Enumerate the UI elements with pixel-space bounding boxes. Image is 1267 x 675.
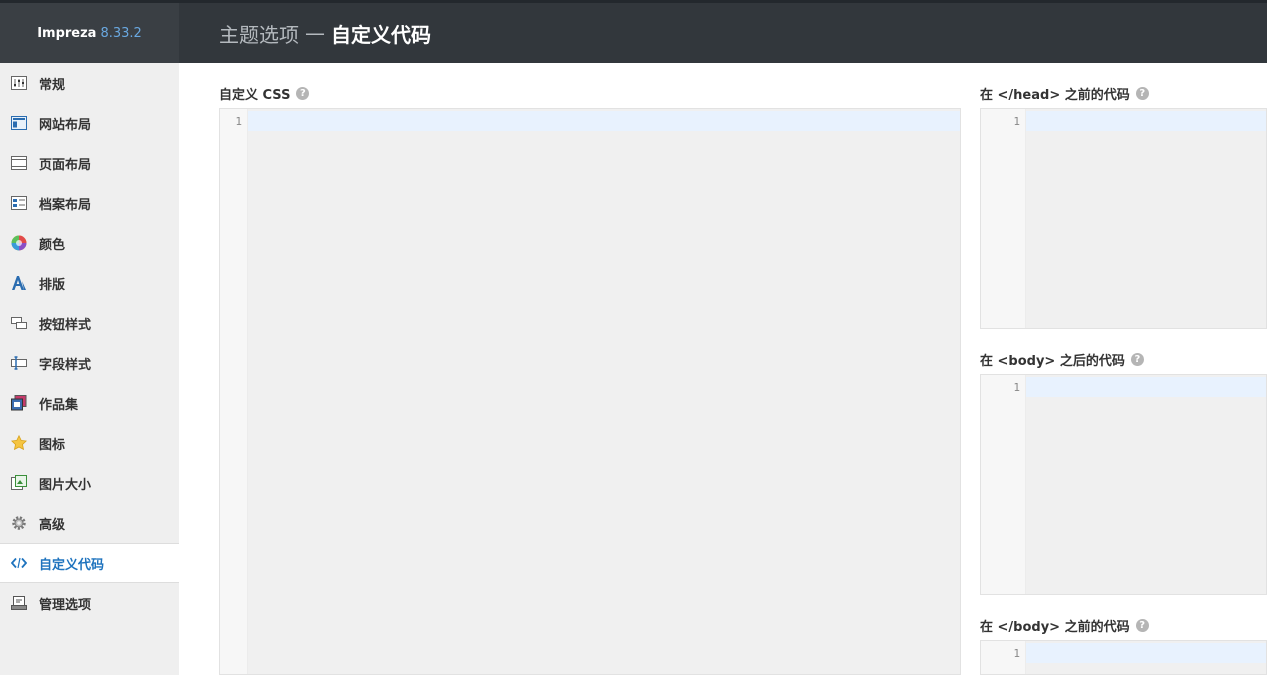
sidebar-item-icons[interactable]: 图标 — [0, 423, 179, 463]
line-gutter: 1 — [220, 109, 248, 674]
line-number: 1 — [1013, 115, 1020, 128]
line-gutter: 1 — [981, 641, 1026, 674]
sidebar-item-label: 网站布局 — [39, 117, 92, 133]
sidebar-item-label: 自定义代码 — [39, 557, 105, 573]
custom-css-editor[interactable]: 1 — [219, 108, 961, 675]
active-line — [1026, 111, 1266, 131]
star-icon — [10, 434, 28, 452]
sidebar-item-label: 字段样式 — [39, 357, 92, 373]
code-icon — [10, 554, 28, 572]
before-body-label-text: 在 </body> 之前的代码 — [980, 620, 1130, 635]
header-section: 主题选项 — [219, 22, 299, 47]
sidebar-item-advanced[interactable]: 高级 — [0, 503, 179, 543]
typography-icon — [10, 274, 28, 292]
help-icon[interactable]: ? — [1135, 87, 1149, 100]
sidebar-item-portfolio[interactable]: 作品集 — [0, 383, 179, 423]
after-body-editor[interactable]: 1 — [980, 374, 1267, 595]
sidebar-item-label: 排版 — [39, 277, 66, 293]
sidebar-item-typography[interactable]: 排版 — [0, 263, 179, 303]
sidebar-item-label: 管理选项 — [39, 597, 92, 613]
before-body-editor[interactable]: 1 — [980, 640, 1267, 675]
active-line — [1026, 377, 1266, 397]
custom-css-label: 自定义 CSS ? — [219, 84, 310, 103]
general-icon — [10, 74, 28, 92]
sidebar-item-label: 高级 — [39, 517, 66, 533]
sidebar-item-page-layout[interactable]: 页面布局 — [0, 143, 179, 183]
custom-css-label-text: 自定义 CSS — [219, 88, 291, 103]
site-layout-icon — [10, 114, 28, 132]
image-size-icon — [10, 474, 28, 492]
after-body-label: 在 <body> 之后的代码 ? — [980, 350, 1144, 369]
line-gutter: 1 — [981, 109, 1026, 328]
color-icon — [10, 234, 28, 252]
sidebar-item-button-style[interactable]: 按钮样式 — [0, 303, 179, 343]
before-head-label-text: 在 </head> 之前的代码 — [980, 88, 1130, 103]
help-icon[interactable]: ? — [296, 87, 310, 100]
sidebar-item-label: 页面布局 — [39, 157, 92, 173]
sidebar-nav: 常规 网站布局 页面布局 档案布局 颜色 排版 按钮样式 字段样式 作品集 图标… — [0, 63, 179, 623]
before-head-editor[interactable]: 1 — [980, 108, 1267, 329]
brand: Impreza 8.33.2 — [0, 0, 179, 63]
line-number: 1 — [235, 115, 242, 128]
page-title: 自定义代码 — [331, 22, 431, 47]
active-line — [248, 111, 960, 131]
active-line — [1026, 643, 1266, 663]
before-body-label: 在 </body> 之前的代码 ? — [980, 616, 1149, 635]
header-separator: — — [305, 21, 325, 45]
line-number: 1 — [1013, 381, 1020, 394]
sidebar-item-label: 图片大小 — [39, 477, 92, 493]
sidebar-item-color[interactable]: 颜色 — [0, 223, 179, 263]
sidebar-item-custom-code[interactable]: 自定义代码 — [0, 543, 179, 583]
sidebar-item-general[interactable]: 常规 — [0, 63, 179, 103]
sidebar-item-label: 档案布局 — [39, 197, 92, 213]
portfolio-icon — [10, 394, 28, 412]
sidebar-item-image-size[interactable]: 图片大小 — [0, 463, 179, 503]
brand-name: Impreza — [37, 25, 97, 41]
sidebar-item-label: 作品集 — [39, 397, 79, 413]
line-number: 1 — [1013, 647, 1020, 660]
sidebar-item-field-style[interactable]: 字段样式 — [0, 343, 179, 383]
sidebar-item-label: 图标 — [39, 437, 66, 453]
archive-layout-icon — [10, 194, 28, 212]
before-head-label: 在 </head> 之前的代码 ? — [980, 84, 1149, 103]
help-icon[interactable]: ? — [1135, 619, 1149, 632]
sidebar-item-label: 按钮样式 — [39, 317, 92, 333]
sidebar-item-manage-options[interactable]: 管理选项 — [0, 583, 179, 623]
page-header: 主题选项 — 自定义代码 — [179, 0, 1267, 63]
manage-options-icon — [10, 594, 28, 612]
sidebar-item-archive-layout[interactable]: 档案布局 — [0, 183, 179, 223]
help-icon[interactable]: ? — [1130, 353, 1144, 366]
button-style-icon — [10, 314, 28, 332]
sidebar: Impreza 8.33.2 常规 网站布局 页面布局 档案布局 颜色 排版 按… — [0, 0, 179, 675]
line-gutter: 1 — [981, 375, 1026, 594]
after-body-label-text: 在 <body> 之后的代码 — [980, 354, 1125, 369]
page-layout-icon — [10, 154, 28, 172]
brand-version: 8.33.2 — [100, 25, 142, 41]
sidebar-item-site-layout[interactable]: 网站布局 — [0, 103, 179, 143]
field-style-icon — [10, 354, 28, 372]
gear-icon — [10, 514, 28, 532]
sidebar-item-label: 颜色 — [39, 237, 66, 253]
sidebar-item-label: 常规 — [39, 77, 66, 93]
